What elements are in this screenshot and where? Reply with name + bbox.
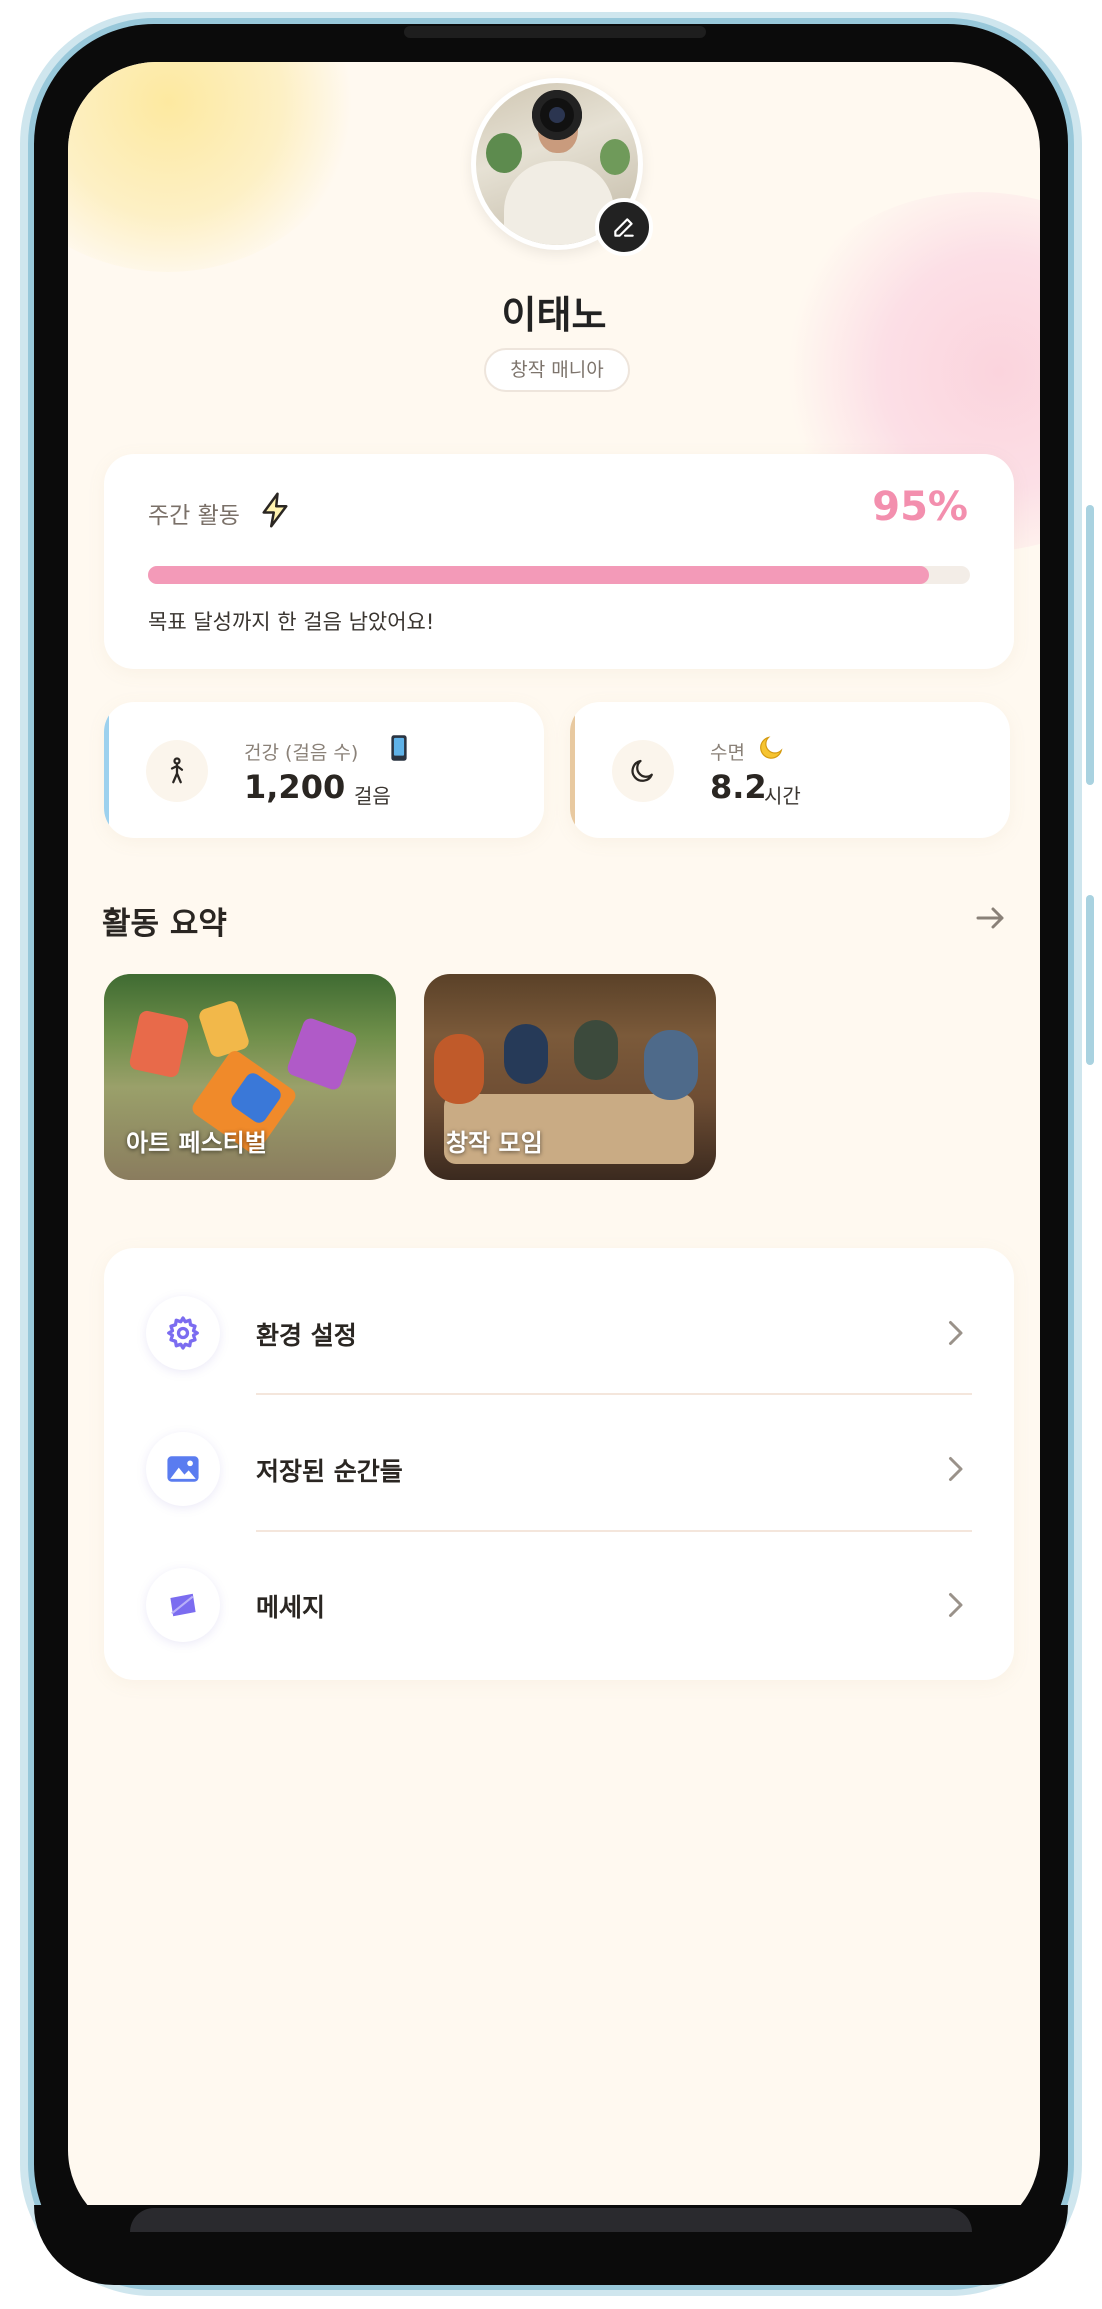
message-icon bbox=[146, 1568, 220, 1642]
activity-card-label: 아트 페스티벌 bbox=[126, 1129, 267, 1157]
chevron-right-icon bbox=[949, 1593, 963, 1617]
side-button bbox=[1086, 505, 1094, 785]
front-camera bbox=[532, 90, 582, 140]
app-screen: 이태노 창작 매니아 주간 활동 95% 목표 달성까지 한 걸음 남았어요! … bbox=[68, 62, 1040, 2238]
menu-item-settings[interactable]: 환경 설정 bbox=[104, 1258, 1014, 1394]
weekly-activity-percent: 95% bbox=[872, 484, 968, 530]
card-accent bbox=[104, 702, 109, 838]
health-steps-label: 건강 (걸음 수) bbox=[244, 742, 359, 764]
sleep-label: 수면 bbox=[710, 742, 745, 764]
activity-summary-title: 활동 요약 bbox=[102, 906, 227, 942]
image-icon bbox=[146, 1432, 220, 1506]
phone-icon bbox=[391, 735, 407, 761]
sleep-card[interactable]: 수면 8.2 시간 bbox=[570, 702, 1010, 838]
weekly-activity-message: 목표 달성까지 한 걸음 남았어요! bbox=[148, 610, 435, 634]
profile-name: 이태노 bbox=[501, 293, 607, 337]
health-steps-card[interactable]: 건강 (걸음 수) 1,200 걸음 bbox=[104, 702, 544, 838]
menu-item-label: 저장된 순간들 bbox=[256, 1457, 403, 1486]
activity-card-label: 창작 모임 bbox=[446, 1129, 543, 1157]
profile-tag-badge: 창작 매니아 bbox=[484, 348, 630, 392]
chevron-right-icon bbox=[949, 1457, 963, 1481]
card-accent bbox=[570, 702, 575, 838]
weekly-activity-label: 주간 활동 bbox=[148, 503, 240, 529]
settings-menu: 환경 설정 저장된 순간들 메세지 bbox=[104, 1248, 1014, 1680]
moon-icon bbox=[612, 740, 674, 802]
activity-card-creative-meetup[interactable]: 창작 모임 bbox=[424, 974, 716, 1180]
crescent-moon-icon bbox=[760, 736, 783, 759]
menu-item-label: 메세지 bbox=[256, 1593, 326, 1622]
menu-item-label: 환경 설정 bbox=[256, 1321, 357, 1350]
gear-icon bbox=[146, 1296, 220, 1370]
weekly-progress-fill bbox=[148, 566, 929, 584]
menu-item-saved-moments[interactable]: 저장된 순간들 bbox=[104, 1394, 1014, 1530]
pencil-icon bbox=[614, 218, 634, 237]
weekly-activity-card: 주간 활동 95% 목표 달성까지 한 걸음 남았어요! bbox=[104, 454, 1014, 669]
activity-card-art-festival[interactable]: 아트 페스티벌 bbox=[104, 974, 396, 1180]
arrow-right-icon[interactable] bbox=[972, 900, 1008, 936]
health-steps-value: 1,200 bbox=[244, 768, 346, 806]
weekly-progress-bar bbox=[148, 566, 970, 584]
speaker-grille bbox=[404, 26, 706, 38]
walking-icon bbox=[146, 740, 208, 802]
decorative-blob bbox=[68, 62, 358, 272]
chevron-right-icon bbox=[949, 1321, 963, 1345]
edit-profile-button[interactable] bbox=[595, 198, 653, 256]
side-button bbox=[1086, 895, 1094, 1065]
lightning-icon bbox=[262, 492, 288, 528]
sleep-unit: 시간 bbox=[764, 784, 801, 808]
sleep-value: 8.2 bbox=[710, 768, 767, 806]
device-bottom-bar bbox=[130, 2208, 972, 2232]
health-steps-unit: 걸음 bbox=[354, 784, 391, 808]
menu-item-messages[interactable]: 메세지 bbox=[104, 1530, 1014, 1666]
